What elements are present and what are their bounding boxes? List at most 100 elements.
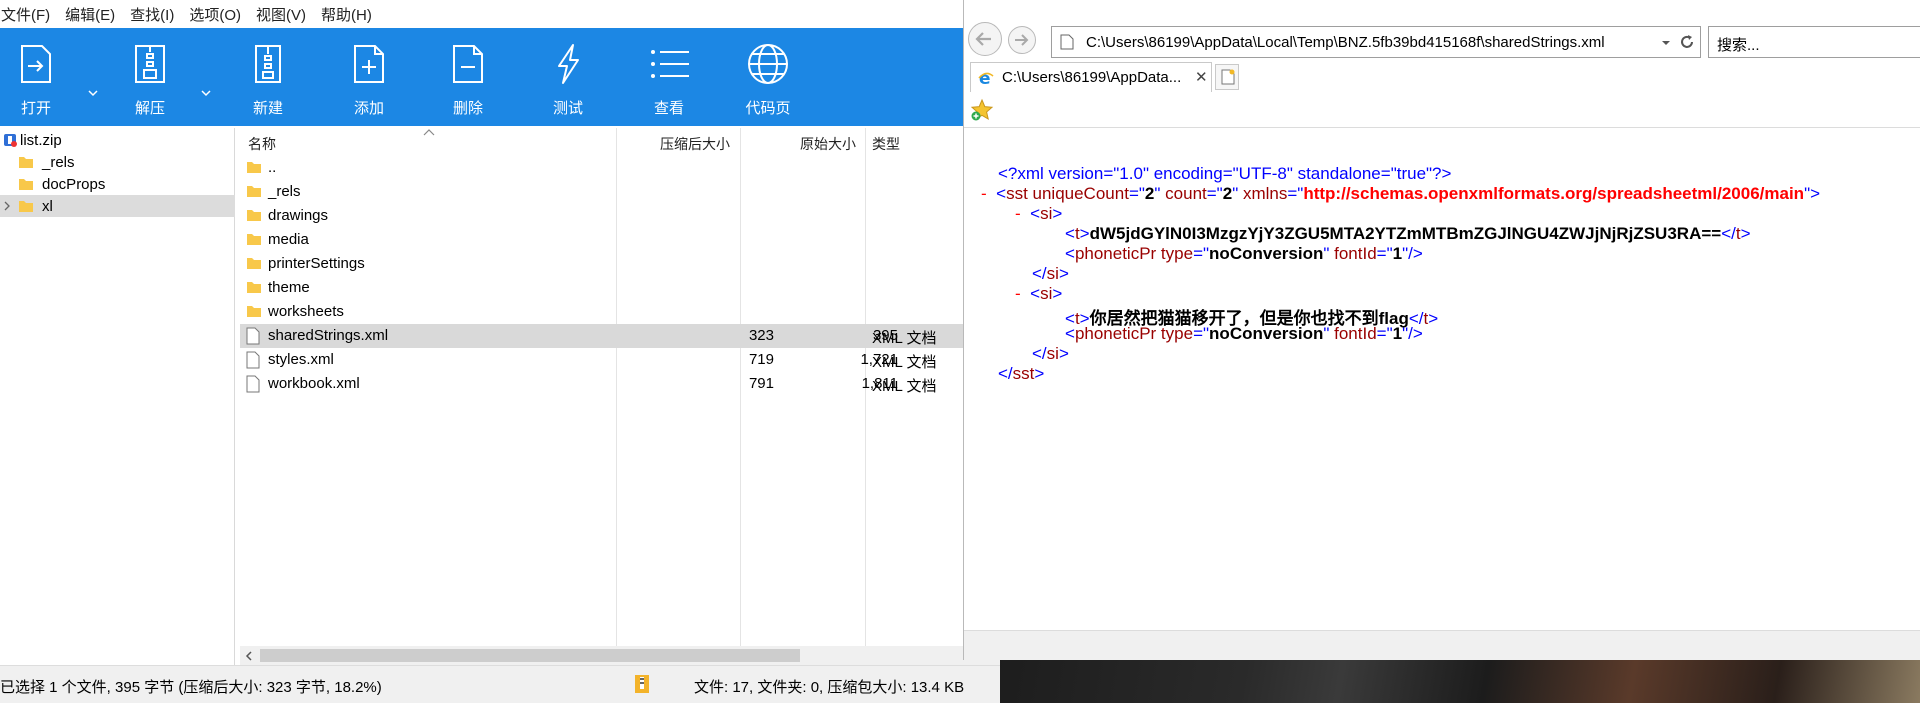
file-name: .. [268, 159, 277, 176]
selection-status: 已选择 1 个文件, 395 字节 (压缩后大小: 323 字节, 18.2%) [0, 679, 382, 696]
menu-bar: 文件(F) 编辑(E) 查找(I) 选项(O) 视图(V) 帮助(H) [0, 0, 1000, 28]
codepage-button[interactable]: 代码页 [738, 28, 798, 126]
packed-size: 323 [748, 327, 774, 344]
test-button[interactable]: 测试 [538, 28, 598, 126]
extract-button[interactable]: 解压 [120, 28, 180, 126]
packed-size: 791 [748, 375, 774, 392]
page-icon [1060, 34, 1074, 50]
add-button[interactable]: 添加 [339, 28, 399, 126]
tree-item-xl[interactable]: xl [0, 195, 235, 217]
file-list: 名称 压缩后大小 原始大小 类型 .. _rels drawings media pri… [240, 128, 1000, 665]
xml-node-phoneticpr: <phoneticPr type="noConversion" fontId="… [1065, 244, 1423, 263]
file-name: drawings [268, 207, 329, 224]
xml-declaration: <?xml version="1.0" encoding="UTF-8" sta… [998, 164, 1452, 183]
add-favorite-star-icon[interactable] [970, 98, 994, 122]
forward-button[interactable] [1008, 26, 1036, 54]
tab-active[interactable]: e C:\Users\86199\AppData... ✕ [970, 62, 1212, 92]
refresh-icon[interactable] [1678, 33, 1696, 51]
status-bar: 已选择 1 个文件, 395 字节 (压缩后大小: 323 字节, 18.2%)… [0, 665, 1000, 703]
folder-icon [19, 179, 33, 190]
file-name: worksheets [268, 303, 344, 320]
column-header-size[interactable]: 原始大小 [800, 134, 856, 154]
collapse-toggle[interactable]: - [1015, 204, 1021, 223]
table-row[interactable]: drawings [240, 204, 1000, 228]
delete-button[interactable]: 删除 [438, 28, 498, 126]
delete-file-icon [453, 45, 483, 83]
list-view-icon [651, 50, 689, 78]
scrollbar-thumb[interactable] [260, 649, 800, 662]
search-box[interactable]: 搜索... [1708, 26, 1920, 58]
xml-node-si: - <si> [1015, 284, 1063, 303]
open-button[interactable]: 打开 [6, 28, 66, 126]
menu-view[interactable]: 视图(V) [255, 4, 306, 25]
packed-size: 719 [748, 351, 774, 368]
file-name: printerSettings [268, 255, 365, 272]
xml-close-sst: </sst> [998, 364, 1045, 383]
table-row[interactable]: .. [240, 156, 1000, 180]
table-row[interactable]: media [240, 228, 1000, 252]
extract-icon [135, 45, 165, 83]
menu-find[interactable]: 查找(I) [129, 4, 174, 25]
table-row[interactable]: sharedStrings.xml 323 395 XML 文档 [240, 324, 1000, 348]
new-tab-button[interactable] [1215, 64, 1239, 90]
new-button[interactable]: 新建 [238, 28, 298, 126]
folder-icon [247, 234, 261, 245]
archive-summary: 文件: 17, 文件夹: 0, 压缩包大小: 13.4 KB [694, 679, 965, 696]
file-icon [246, 375, 260, 393]
view-button[interactable]: 查看 [639, 28, 699, 126]
file-icon [246, 327, 260, 345]
favorites-bar [964, 92, 1920, 128]
folder-icon [247, 210, 261, 221]
scroll-left-icon[interactable] [244, 650, 254, 662]
column-header-packed[interactable]: 压缩后大小 [660, 134, 730, 154]
browser-bottom-bar [964, 630, 1920, 660]
tree-item-root[interactable]: list.zip [0, 129, 235, 151]
column-header-type[interactable]: 类型 [872, 134, 900, 154]
search-placeholder[interactable]: 搜索... [1717, 34, 1760, 55]
back-button[interactable] [968, 22, 1002, 56]
folder-tree: list.zip _rels docProps xl [0, 128, 235, 665]
folder-icon [247, 306, 261, 317]
browser-window: C:\Users\86199\AppData\Local\Temp\BNZ.5f… [963, 0, 1920, 660]
menu-help[interactable]: 帮助(H) [320, 4, 372, 25]
tree-item-rels[interactable]: _rels [0, 151, 235, 173]
menu-file[interactable]: 文件(F) [0, 4, 50, 25]
table-row[interactable]: worksheets [240, 300, 1000, 324]
file-name: sharedStrings.xml [268, 327, 389, 344]
file-type: XML 文档 [872, 330, 937, 347]
xml-node-sst: - <sst uniqueCount="2" count="2" xmlns="… [981, 184, 1821, 203]
file-icon [246, 351, 260, 369]
archive-window: 文件(F) 编辑(E) 查找(I) 选项(O) 视图(V) 帮助(H) 打开 解… [0, 0, 1000, 703]
forward-arrow-icon [1015, 34, 1029, 46]
file-name: theme [268, 279, 310, 296]
menu-options[interactable]: 选项(O) [188, 4, 241, 25]
file-name: _rels [268, 183, 301, 200]
address-text[interactable]: C:\Users\86199\AppData\Local\Temp\BNZ.5f… [1086, 34, 1641, 51]
table-row[interactable]: theme [240, 276, 1000, 300]
open-dropdown-icon[interactable] [86, 86, 100, 100]
close-tab-icon[interactable]: ✕ [1195, 68, 1208, 86]
menu-edit[interactable]: 编辑(E) [64, 4, 115, 25]
xml-node-t: <t>dW5jdGYlN0I3MzgzYjY3ZGU5MTA2YTZmMTBmZ… [1065, 224, 1751, 243]
address-dropdown-icon[interactable] [1660, 38, 1672, 48]
table-row[interactable]: workbook.xml 791 1,811 XML 文档 [240, 372, 1000, 396]
collapse-toggle[interactable]: - [1015, 284, 1021, 303]
table-row[interactable]: styles.xml 719 1,721 XML 文档 [240, 348, 1000, 372]
extract-dropdown-icon[interactable] [199, 86, 213, 100]
address-bar[interactable]: C:\Users\86199\AppData\Local\Temp\BNZ.5f… [1051, 26, 1701, 58]
xml-node-phoneticpr: <phoneticPr type="noConversion" fontId="… [1065, 324, 1423, 343]
expand-chevron-icon[interactable] [2, 200, 12, 212]
browser-navbar: C:\Users\86199\AppData\Local\Temp\BNZ.5f… [964, 0, 1920, 58]
folder-icon [247, 258, 261, 269]
tree-item-docprops[interactable]: docProps [0, 173, 235, 195]
folder-icon [19, 157, 33, 168]
collapse-toggle[interactable]: - [981, 184, 987, 203]
toolbar: 打开 解压 新建 添加 删除 测试 查看 代码页 [0, 28, 1000, 126]
ie-logo-icon: e [978, 69, 994, 87]
file-type: XML 文档 [872, 354, 937, 371]
table-row[interactable]: printerSettings [240, 252, 1000, 276]
horizontal-scrollbar[interactable] [240, 646, 1000, 665]
new-tab-icon [1221, 69, 1235, 85]
column-header-name[interactable]: 名称 [248, 134, 276, 154]
table-row[interactable]: _rels [240, 180, 1000, 204]
